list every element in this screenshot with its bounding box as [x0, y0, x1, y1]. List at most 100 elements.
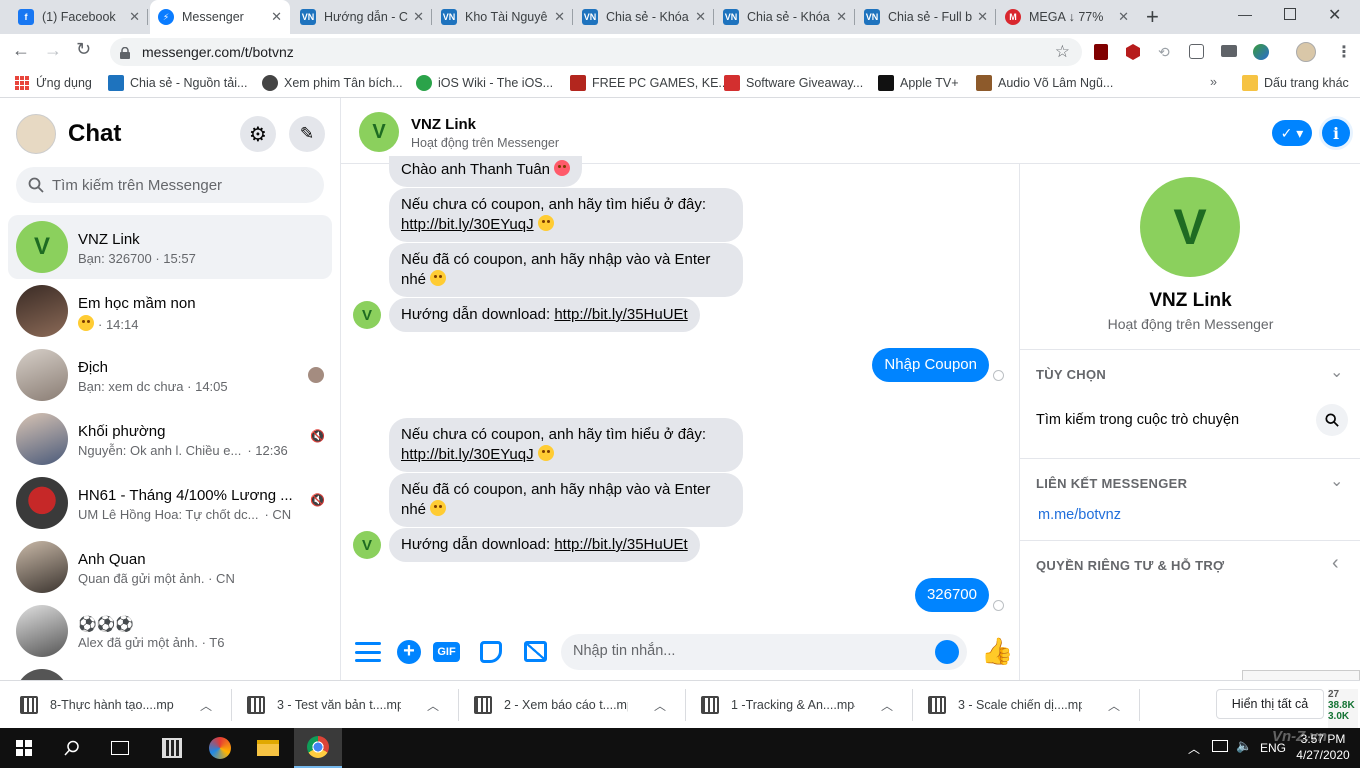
close-tab-icon[interactable]: ✕: [695, 9, 706, 25]
conversation-football[interactable]: ⚽⚽⚽ Alex đã gửi một ảnh. · T6: [8, 599, 332, 663]
search-input[interactable]: Tìm kiếm trên Messenger: [16, 167, 324, 203]
net-speed-readout: 27 38.8K 3.0K: [1328, 689, 1358, 729]
app-taskbar-icon[interactable]: [196, 728, 244, 768]
conversation-vnz-link[interactable]: V VNZ Link Bạn: 326700 · 15:57: [8, 215, 332, 279]
bookmark-other[interactable]: Dấu trang khác: [1242, 75, 1349, 91]
add-icon[interactable]: +: [397, 640, 421, 664]
search-icon[interactable]: [1316, 404, 1348, 436]
start-windows-icon[interactable]: [0, 728, 48, 768]
bookmarks-overflow-icon[interactable]: »: [1210, 75, 1217, 89]
globe-extension-icon[interactable]: [1253, 44, 1269, 60]
message-input[interactable]: Nhập tin nhắn...: [561, 634, 967, 670]
coupon-link[interactable]: http://bit.ly/30EYuqJ: [401, 216, 534, 233]
chat-avatar[interactable]: V: [359, 112, 399, 152]
show-all-downloads-button[interactable]: Hiển thị tất cả: [1216, 689, 1324, 719]
download-item[interactable]: 8-Thực hành tạo....mp4 ︿: [20, 681, 212, 729]
close-tab-icon[interactable]: ✕: [836, 9, 847, 25]
download-item[interactable]: 3 - Scale chiến dị....mp4 ︿: [928, 681, 1120, 729]
compose-icon[interactable]: ✎: [289, 116, 325, 152]
messenger-links-header[interactable]: LIÊN KẾT MESSENGER: [1036, 476, 1187, 491]
messenger-link[interactable]: m.me/botvnz: [1038, 507, 1121, 523]
close-tab-icon[interactable]: ✕: [129, 9, 140, 25]
tab-vnz-1[interactable]: VN Hướng dẫn - C ✕: [292, 0, 432, 34]
tab-vnz-5[interactable]: VN Chia sẻ - Full b ✕: [856, 0, 996, 34]
options-section-header[interactable]: TÙY CHỌN: [1036, 367, 1106, 382]
camera-extension-icon[interactable]: [1221, 45, 1237, 57]
bookmark-audio[interactable]: Audio Võ Lâm Ngũ...: [976, 75, 1113, 91]
search-in-conversation[interactable]: Tìm kiếm trong cuộc trò chuyện: [1036, 412, 1239, 428]
tab-mega[interactable]: M MEGA ↓ 77% ✕: [997, 0, 1137, 34]
minimize-icon[interactable]: —: [1238, 6, 1252, 22]
chevron-up-icon[interactable]: ︿: [654, 697, 666, 714]
coupon-link[interactable]: http://bit.ly/30EYuqJ: [401, 446, 534, 463]
conversation-anh-quan[interactable]: Anh Quan Quan đã gửi một ảnh. · CN: [8, 535, 332, 599]
privacy-support-header[interactable]: QUYỀN RIÊNG TƯ & HỖ TRỢ: [1036, 558, 1224, 573]
network-icon[interactable]: [1212, 740, 1228, 752]
file-explorer-icon[interactable]: [244, 728, 292, 768]
tab-messenger[interactable]: ⚡ Messenger ✕: [150, 0, 290, 34]
chevron-up-icon[interactable]: ︿: [881, 697, 893, 714]
address-bar[interactable]: messenger.com/t/botvnz ☆: [110, 38, 1082, 66]
bookmark-vnz[interactable]: Chia sẻ - Nguồn tải...: [108, 75, 247, 91]
settings-gear-icon[interactable]: ⚙: [240, 116, 276, 152]
bookmark-ios-wiki[interactable]: iOS Wiki - The iOS...: [416, 75, 553, 91]
chevron-up-icon[interactable]: ︿: [1108, 697, 1120, 714]
sticker-icon[interactable]: [480, 641, 502, 663]
tab-vnz-2[interactable]: VN Kho Tài Nguyê ✕: [433, 0, 573, 34]
ublock-extension-icon[interactable]: [1094, 44, 1108, 60]
chevron-down-icon[interactable]: ⌄: [1330, 362, 1343, 382]
tray-chevron-up-icon[interactable]: ︿: [1188, 740, 1200, 757]
conversation-dich[interactable]: Địch Bạn: xem dc chưa · 14:05: [8, 343, 332, 407]
video-editor-taskbar-icon[interactable]: [148, 728, 196, 768]
download-item[interactable]: 2 - Xem báo cáo t....mp4 ︿: [474, 681, 666, 729]
download-link[interactable]: http://bit.ly/35HuUEt: [554, 536, 687, 553]
bookmark-pc-games[interactable]: FREE PC GAMES, KE...: [570, 75, 729, 91]
profile-avatar[interactable]: [1296, 42, 1316, 62]
close-tab-icon[interactable]: ✕: [271, 9, 282, 25]
gif-icon[interactable]: GIF: [433, 642, 460, 662]
emoji-icon[interactable]: [935, 640, 959, 664]
bookmark-apps[interactable]: Ứng dụng: [14, 75, 92, 91]
task-view-icon[interactable]: [96, 728, 144, 768]
tab-facebook[interactable]: f (1) Facebook ✕: [10, 0, 148, 34]
sync-extension-icon[interactable]: ⟲: [1158, 44, 1170, 61]
back-icon[interactable]: ←: [12, 40, 30, 61]
close-tab-icon[interactable]: ✕: [554, 9, 565, 25]
close-tab-icon[interactable]: ✕: [413, 9, 424, 25]
restore-icon[interactable]: [1284, 8, 1296, 20]
bookmark-apple-tv[interactable]: Apple TV+: [878, 75, 959, 91]
chevron-up-icon[interactable]: ︿: [427, 697, 439, 714]
download-link[interactable]: http://bit.ly/35HuUEt: [554, 306, 687, 323]
conversation-em-hoc-mam-non[interactable]: Em học mầm non · 14:14: [8, 279, 332, 343]
thumbs-up-icon[interactable]: 👍: [981, 636, 1013, 667]
user-avatar[interactable]: [16, 114, 56, 154]
conversation-hn61[interactable]: HN61 - Tháng 4/100% Lương ... UM Lê Hồng…: [8, 471, 332, 535]
photo-icon[interactable]: [524, 641, 547, 662]
info-icon[interactable]: i: [1322, 119, 1350, 147]
chevron-up-icon[interactable]: ︿: [200, 697, 212, 714]
chrome-taskbar-icon[interactable]: [294, 728, 342, 768]
bookmark-star-icon[interactable]: ☆: [1055, 42, 1070, 62]
menu-icon[interactable]: [355, 642, 381, 662]
volume-icon[interactable]: 🔈: [1236, 738, 1252, 754]
close-tab-icon[interactable]: ✕: [1118, 9, 1129, 25]
bookmark-giveaway[interactable]: Software Giveaway...: [724, 75, 863, 91]
download-item[interactable]: 1 -Tracking & An....mp4 ︿: [701, 681, 893, 729]
chevron-left-icon[interactable]: ‹: [1332, 552, 1339, 575]
checkmark-dropdown-icon[interactable]: ✓ ▾: [1272, 120, 1312, 146]
download-item[interactable]: 3 - Test văn bản t....mp4 ︿: [247, 681, 439, 729]
chrome-menu-icon[interactable]: ⋮: [1336, 42, 1352, 62]
search-icon[interactable]: [48, 728, 96, 768]
close-tab-icon[interactable]: ✕: [977, 9, 988, 25]
extension-box-icon[interactable]: [1189, 44, 1204, 59]
reload-icon[interactable]: ↻: [76, 39, 91, 60]
conversation-partial[interactable]: [8, 663, 332, 680]
new-tab-icon[interactable]: +: [1146, 4, 1159, 30]
chevron-down-icon[interactable]: ⌄: [1330, 471, 1343, 491]
tab-vnz-3[interactable]: VN Chia sẻ - Khóa ✕: [574, 0, 714, 34]
bookmark-phim[interactable]: Xem phim Tân bích...: [262, 75, 403, 91]
forward-icon[interactable]: →: [44, 40, 62, 61]
conversation-khoi-phuong[interactable]: Khối phường Nguyễn: Ok anh l. Chiều e...…: [8, 407, 332, 471]
close-window-icon[interactable]: ✕: [1328, 5, 1341, 25]
tab-vnz-4[interactable]: VN Chia sẻ - Khóa ✕: [715, 0, 855, 34]
